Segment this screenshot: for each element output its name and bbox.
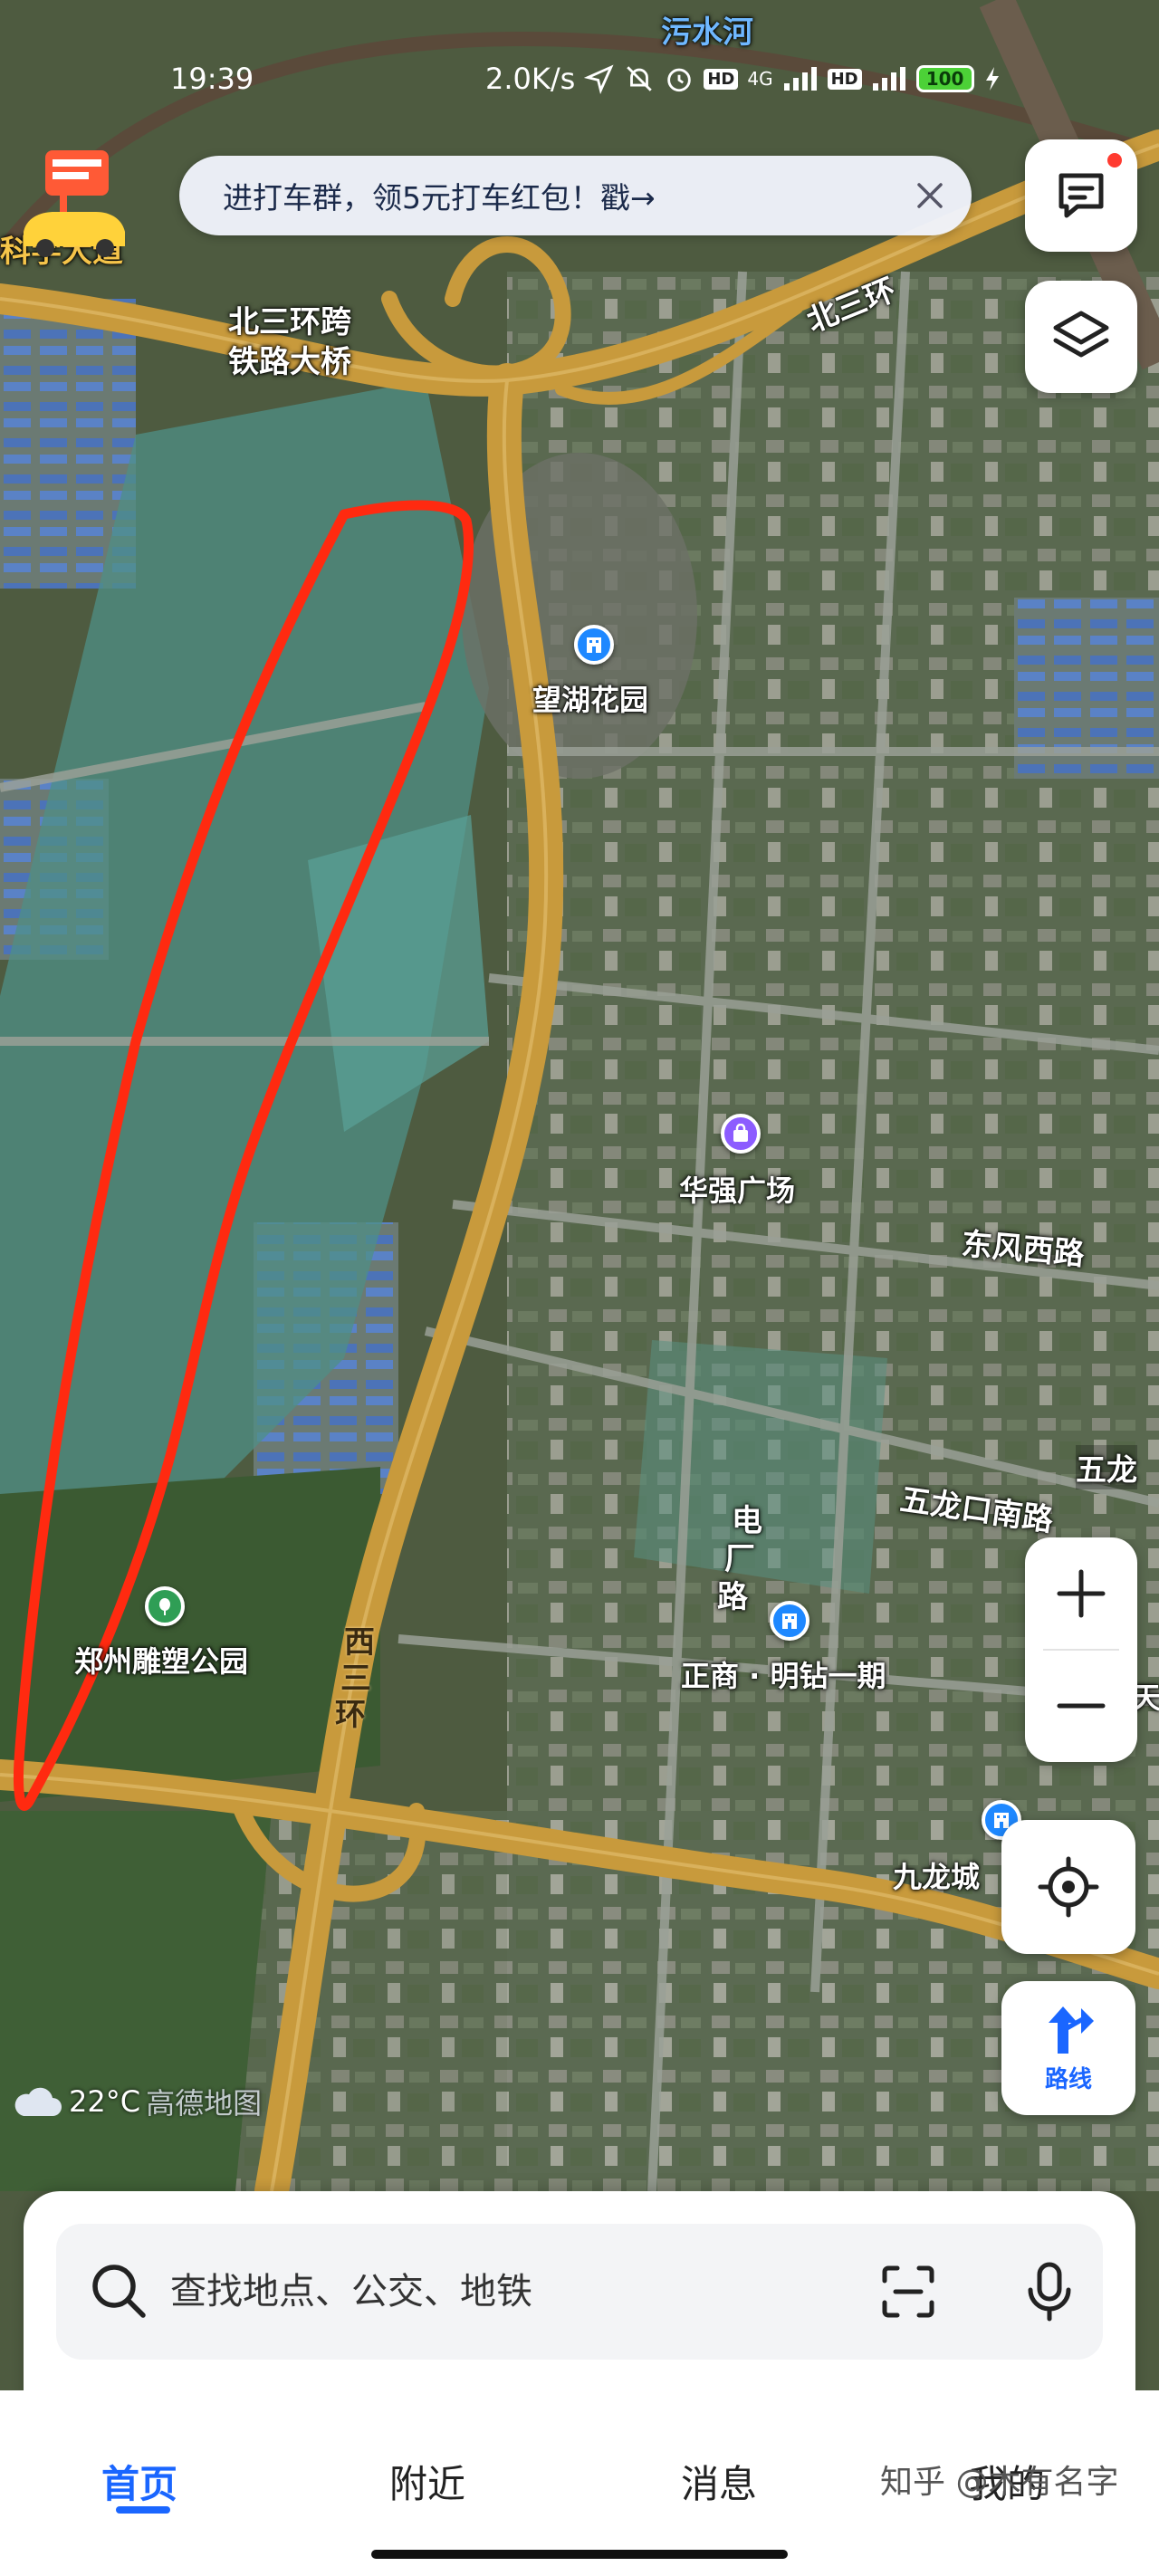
network-type: 4G xyxy=(747,68,773,90)
map-label-zhengshang: 正商 · 明钻一期 xyxy=(681,1659,886,1693)
minus-icon xyxy=(1057,1703,1106,1709)
search-icon xyxy=(92,2265,146,2318)
locate-button[interactable] xyxy=(1001,1820,1135,1954)
taxi-car-icon xyxy=(24,150,125,257)
zoom-divider xyxy=(1043,1649,1119,1651)
tree-icon xyxy=(159,1598,170,1615)
map-label-sculpture-park: 郑州雕塑公园 xyxy=(74,1644,249,1679)
layers-button[interactable] xyxy=(1025,281,1137,393)
zhengshang-pin[interactable] xyxy=(770,1601,809,1641)
message-button[interactable] xyxy=(1025,139,1137,252)
mute-bell-icon xyxy=(627,66,653,91)
sculpture-park-pin[interactable] xyxy=(145,1586,185,1626)
building-icon xyxy=(587,637,601,653)
tab-bar: 首页 附近 消息 我的 知乎 @木有名字 xyxy=(0,2390,1159,2576)
status-time: 19:39 xyxy=(170,62,254,96)
battery-indicator: 100 xyxy=(915,65,974,92)
network-speed: 2.0K/s xyxy=(485,62,576,96)
voice-button[interactable] xyxy=(1016,2258,1083,2325)
tab-nearby[interactable]: 附近 xyxy=(389,2454,465,2509)
scan-icon xyxy=(882,2265,934,2318)
tab-messages[interactable]: 消息 xyxy=(681,2454,757,2509)
search-bar[interactable] xyxy=(56,2224,1103,2360)
map-label-wushui-river: 污水河 xyxy=(661,14,753,51)
map-label-north-bridge-line2: 铁路大桥 xyxy=(228,344,351,380)
map-label-huaqiang-plaza: 华强广场 xyxy=(679,1173,796,1208)
route-button[interactable]: 路线 xyxy=(1001,1981,1135,2115)
zoom-in-button[interactable] xyxy=(1025,1537,1137,1650)
banner-close-button[interactable] xyxy=(906,172,953,219)
charging-bolt-icon xyxy=(985,67,999,91)
map-label-north-bridge-line1: 北三环跨 xyxy=(228,304,351,340)
weather-indicator: 22°C 高德地图 xyxy=(11,2081,262,2122)
map-label-wulong: 五龙 xyxy=(1076,1445,1137,1489)
building-icon xyxy=(782,1614,797,1629)
status-bar: 19:39 2.0K/s HD 4G HD 100 xyxy=(0,54,1159,109)
banner-text: 进打车群，领5元打车红包！戳→ xyxy=(223,180,656,215)
hd-badge: HD xyxy=(704,68,739,90)
locate-crosshair-icon xyxy=(1038,1856,1099,1918)
microphone-icon xyxy=(1028,2262,1071,2322)
tab-home[interactable]: 首页 xyxy=(101,2454,177,2509)
hd-badge-2: HD xyxy=(827,68,862,90)
map-label-dianchang-road-3: 路 xyxy=(717,1579,748,1615)
search-input[interactable] xyxy=(170,2271,876,2313)
temperature: 22°C xyxy=(69,2084,141,2119)
bottom-sheet xyxy=(24,2191,1135,2408)
plus-icon xyxy=(1057,1569,1106,1618)
taxi-group-banner[interactable]: 进打车群，领5元打车红包！戳→ xyxy=(179,156,972,235)
cloud-icon xyxy=(14,2087,62,2116)
status-icons: 2.0K/s HD 4G HD 100 xyxy=(485,62,1001,96)
taxi-promo-icon[interactable] xyxy=(18,145,131,263)
location-arrow-icon xyxy=(584,64,614,94)
tab-active-indicator xyxy=(116,2506,170,2514)
route-label: 路线 xyxy=(1044,2065,1092,2093)
satellite-map[interactable] xyxy=(0,0,1159,2576)
huaqiang-plaza-pin[interactable] xyxy=(721,1114,761,1154)
message-icon xyxy=(1058,173,1104,218)
zoom-control xyxy=(1025,1537,1137,1762)
alarm-icon xyxy=(667,68,692,92)
wanghu-garden-pin[interactable] xyxy=(574,625,614,665)
signal-icon-2 xyxy=(872,67,905,91)
amap-brand: 高德地图 xyxy=(146,2086,263,2121)
scan-button[interactable] xyxy=(876,2260,940,2323)
close-icon xyxy=(917,183,943,208)
signal-icon xyxy=(783,67,817,91)
map-label-jiulong-city: 九龙城 xyxy=(893,1860,981,1894)
map-label-west-third-ring-3: 环 xyxy=(335,1697,366,1733)
home-indicator xyxy=(371,2550,788,2559)
notification-dot xyxy=(1105,150,1125,170)
zoom-out-button[interactable] xyxy=(1025,1650,1137,1762)
shopping-bag-icon xyxy=(733,1124,748,1142)
zhihu-watermark: 知乎 @木有名字 xyxy=(880,2464,1119,2501)
route-arrow-icon xyxy=(1049,2006,1094,2054)
map-label-wanghu-garden: 望湖花园 xyxy=(532,683,649,717)
layers-icon xyxy=(1053,311,1109,358)
